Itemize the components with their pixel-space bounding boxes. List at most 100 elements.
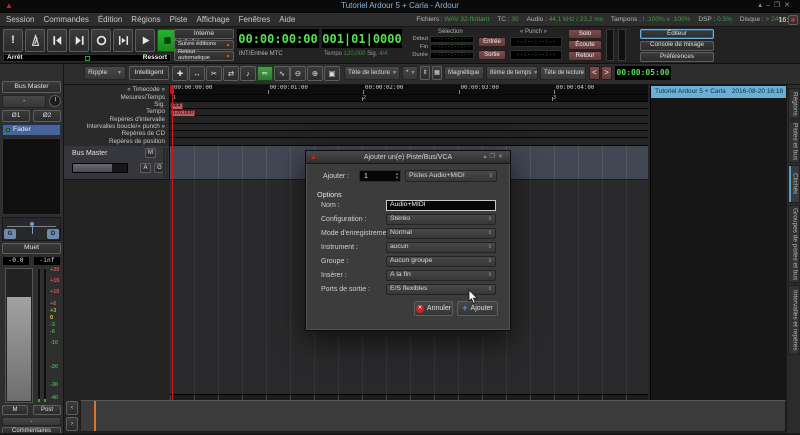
- monitor-ecoute-button[interactable]: Écoute: [568, 40, 602, 50]
- dialog-combo-1[interactable]: Stéréo⇕: [386, 214, 496, 225]
- sync-source-button[interactable]: Interne: [174, 29, 234, 39]
- punch-in-button[interactable]: Entrée: [478, 37, 506, 47]
- ruler-row-4[interactable]: [170, 116, 648, 124]
- menu-item-7[interactable]: Aide: [279, 16, 295, 24]
- stretch-tool[interactable]: ⇄: [223, 66, 239, 81]
- ruler-label-6[interactable]: Repères de CD: [122, 131, 165, 137]
- ruler-row-1[interactable]: 123: [170, 95, 648, 102]
- track-mute-button[interactable]: M: [145, 148, 156, 158]
- selection-row-clock[interactable]: --:--:--:--: [430, 44, 474, 51]
- title-bar[interactable]: ▲ Tutoriel Ardour 5 + Carla - Ardour ▴–❐…: [0, 0, 800, 13]
- tempo-sig-line[interactable]: Tempo 120,000 Sig. 4/4: [324, 51, 387, 57]
- record-indicator-button[interactable]: [788, 15, 798, 25]
- ruler-row-3[interactable]: 120,000: [170, 109, 648, 116]
- dialog-combo-2[interactable]: Normal⇕: [386, 228, 496, 239]
- tab-cliches[interactable]: Clichés: [788, 165, 800, 203]
- audition-tool[interactable]: ♪: [240, 66, 256, 81]
- range-tool[interactable]: ↔: [189, 66, 205, 81]
- maximize-icon[interactable]: ❐: [774, 2, 784, 9]
- edit-point-combo[interactable]: Tête de lecture▼: [540, 66, 586, 80]
- monitor-retour-button[interactable]: Retour: [568, 51, 602, 61]
- meter-point-post-button[interactable]: Post: [33, 405, 61, 415]
- edit-mode-combo[interactable]: Ripple▼: [84, 66, 126, 80]
- summary-view-edge[interactable]: [94, 401, 96, 431]
- dialog-combo-3[interactable]: aucun⇕: [386, 242, 496, 253]
- zoom-fit-button[interactable]: ▣: [324, 66, 340, 81]
- shuttle-control[interactable]: Arrêt Ressort: [3, 54, 171, 62]
- track-fader[interactable]: [72, 163, 128, 173]
- open-preferences-button[interactable]: Préférences: [640, 52, 714, 62]
- menu-item-2[interactable]: Édition: [98, 16, 122, 24]
- open-mixer-button[interactable]: Console de mixage: [640, 41, 714, 51]
- maximize-icon[interactable]: ❐: [490, 154, 498, 160]
- zoom-focus-combo[interactable]: Tête de lecture▼: [344, 66, 400, 80]
- nudge-clock[interactable]: 00:00:05:00: [615, 66, 671, 80]
- nudge-back-button[interactable]: <: [589, 66, 600, 80]
- shade-icon[interactable]: ▴: [758, 2, 766, 9]
- menu-item-6[interactable]: Fenêtres: [239, 16, 271, 24]
- grid-unit-combo[interactable]: 8ème de temps▼: [486, 66, 538, 80]
- smart-mode-button[interactable]: Intelligent: [129, 66, 169, 80]
- dialog-combo-5[interactable]: À la fin⇕: [386, 270, 496, 281]
- open-editor-button[interactable]: Éditeur: [640, 29, 714, 39]
- track-a-button[interactable]: A: [140, 163, 151, 173]
- spinbox-stepper-icon[interactable]: ▲▼: [395, 172, 400, 180]
- go-to-start-button[interactable]: [47, 29, 67, 52]
- ruler-row-2[interactable]: 4/4: [170, 102, 648, 109]
- vertical-zoom-button[interactable]: ⇕: [420, 66, 430, 80]
- summary-scroll-left-button[interactable]: ‹: [66, 401, 78, 415]
- dialog-combo-6[interactable]: E/S flexibles⇕: [386, 284, 496, 295]
- menu-item-0[interactable]: Session: [6, 16, 34, 24]
- menu-item-5[interactable]: Affichage: [196, 16, 229, 24]
- draw-tool[interactable]: ✏: [257, 66, 273, 81]
- punch-out-button[interactable]: Sortie: [478, 50, 506, 60]
- go-to-end-button[interactable]: [69, 29, 89, 52]
- internal-edit-tool[interactable]: ∿: [274, 66, 290, 81]
- play-button[interactable]: [135, 29, 155, 52]
- tab-regions[interactable]: Régions: [788, 88, 800, 119]
- snapshots-panel[interactable]: Tutoriel Ardour 5 + Carla 2016-08-20 16:…: [650, 85, 786, 400]
- summary-scroll-right-button[interactable]: ›: [66, 417, 78, 431]
- ruler-label-4[interactable]: Repères d'intervalle: [110, 117, 165, 123]
- monitor-solo-button[interactable]: Solo: [568, 29, 602, 39]
- close-icon[interactable]: ✕: [784, 2, 794, 9]
- track-count-spinbox[interactable]: 1 ▲▼: [359, 170, 401, 182]
- nudge-forward-button[interactable]: >: [601, 66, 612, 80]
- midi-panic-button[interactable]: !: [3, 29, 23, 52]
- cancel-button[interactable]: ✕ Annuler: [414, 301, 453, 316]
- shuttle-marker[interactable]: [85, 56, 90, 61]
- track-type-combo[interactable]: Pistes Audio+MIDI⇕: [405, 170, 497, 182]
- dialog-title-bar[interactable]: ▲ Ajouter un(e) Piste/Bus/VCA ▴❐✕: [306, 151, 510, 164]
- snapshot-row-selected[interactable]: Tutoriel Ardour 5 + Carla 2016-08-20 16:…: [651, 86, 787, 98]
- ruler-row-6[interactable]: [170, 131, 648, 138]
- track-name-input[interactable]: Audio+MIDI: [386, 200, 496, 211]
- strip-output-bottom-combo[interactable]: -: [2, 417, 61, 426]
- minimize-icon[interactable]: –: [766, 2, 774, 9]
- dialog-window-controls[interactable]: ▴❐✕: [484, 154, 506, 160]
- tab-pistes-et-bus[interactable]: Pistes et bus: [788, 121, 800, 163]
- close-icon[interactable]: ✕: [498, 154, 506, 160]
- track-name[interactable]: Bus Master: [72, 150, 107, 157]
- ruler-row-0[interactable]: 00:00:00:0000:00:01:0000:00:02:0000:00:0…: [170, 85, 648, 95]
- play-range-button[interactable]: [113, 29, 133, 52]
- cut-tool[interactable]: ✂: [206, 66, 222, 81]
- marker-combo[interactable]: *▼: [402, 66, 418, 80]
- grab-tool[interactable]: ✚: [172, 66, 188, 81]
- ruler-row-7[interactable]: [170, 138, 648, 146]
- punch-in-clock[interactable]: --:--:--:--: [510, 37, 562, 47]
- menu-item-4[interactable]: Piste: [170, 16, 188, 24]
- playhead[interactable]: [172, 85, 173, 400]
- secondary-clock[interactable]: 001|01|0000: [322, 29, 402, 48]
- timeline-rulers[interactable]: 00:00:00:0000:00:01:0000:00:02:0000:00:0…: [170, 85, 648, 146]
- tab-intervalles-et-reperes[interactable]: Intervalles et repères: [788, 285, 800, 355]
- tab-groupes-de-pistes-et-bus[interactable]: Groupes de pistes et bus: [788, 205, 800, 283]
- loop-button[interactable]: [91, 29, 111, 52]
- ruler-row-5[interactable]: [170, 124, 648, 131]
- metronome-button[interactable]: [25, 29, 45, 52]
- dialog-combo-4[interactable]: Aucun groupe⇕: [386, 256, 496, 267]
- save-view-button[interactable]: ▦: [432, 66, 442, 80]
- primary-clock[interactable]: 00:00:00:00: [237, 29, 319, 48]
- zoom-out-button[interactable]: ⊖: [290, 66, 306, 81]
- ruler-label-0[interactable]: « Timecode »: [127, 87, 165, 93]
- menu-item-3[interactable]: Régions: [131, 16, 160, 24]
